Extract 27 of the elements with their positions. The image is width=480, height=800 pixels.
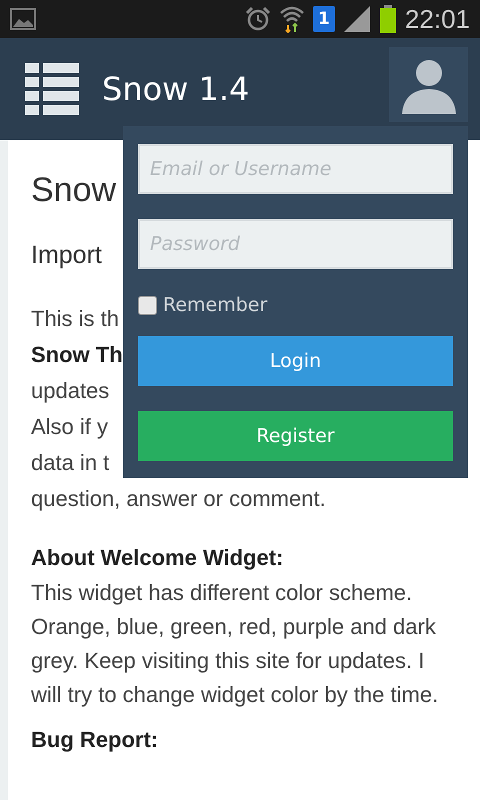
battery-icon — [378, 5, 397, 33]
password-field[interactable]: Password — [138, 219, 453, 269]
section-paragraph: This widget has different color scheme. Orange, blue, green, red, purple and dark grey. Keep visiting this site for updates. I will try to change widget color by the time. — [31, 579, 440, 709]
paragraph-line: updates — [31, 377, 110, 405]
register-button[interactable]: Register — [138, 411, 453, 461]
site-title: Snow 1.4 — [102, 70, 250, 108]
menu-icon[interactable] — [25, 63, 79, 115]
login-button[interactable]: Login — [138, 336, 453, 386]
wifi-icon — [278, 5, 305, 33]
section-heading: Bug Report: — [31, 726, 158, 754]
paragraph-line: Also if y — [31, 413, 108, 441]
remember-checkbox[interactable] — [138, 296, 157, 314]
article-title: Snow — [31, 170, 116, 211]
paragraph-line: data in t — [31, 449, 110, 477]
paragraph-line: question, answer or comment. — [31, 485, 326, 513]
alarm-clock-icon — [244, 6, 271, 32]
email-field[interactable]: Email or Username — [138, 144, 453, 194]
paragraph-line: This is th — [31, 305, 120, 333]
remember-label: Remember — [163, 294, 268, 316]
paragraph-line: Snow Th — [31, 341, 123, 369]
user-avatar-button[interactable] — [389, 47, 468, 122]
image-icon — [10, 8, 36, 30]
clock-time: 22:01 — [404, 4, 470, 34]
section-heading: About Welcome Widget: — [31, 544, 284, 572]
signal-icon — [342, 6, 371, 32]
sim-badge: 1 — [312, 6, 335, 32]
article-subtitle: Import — [31, 240, 102, 271]
